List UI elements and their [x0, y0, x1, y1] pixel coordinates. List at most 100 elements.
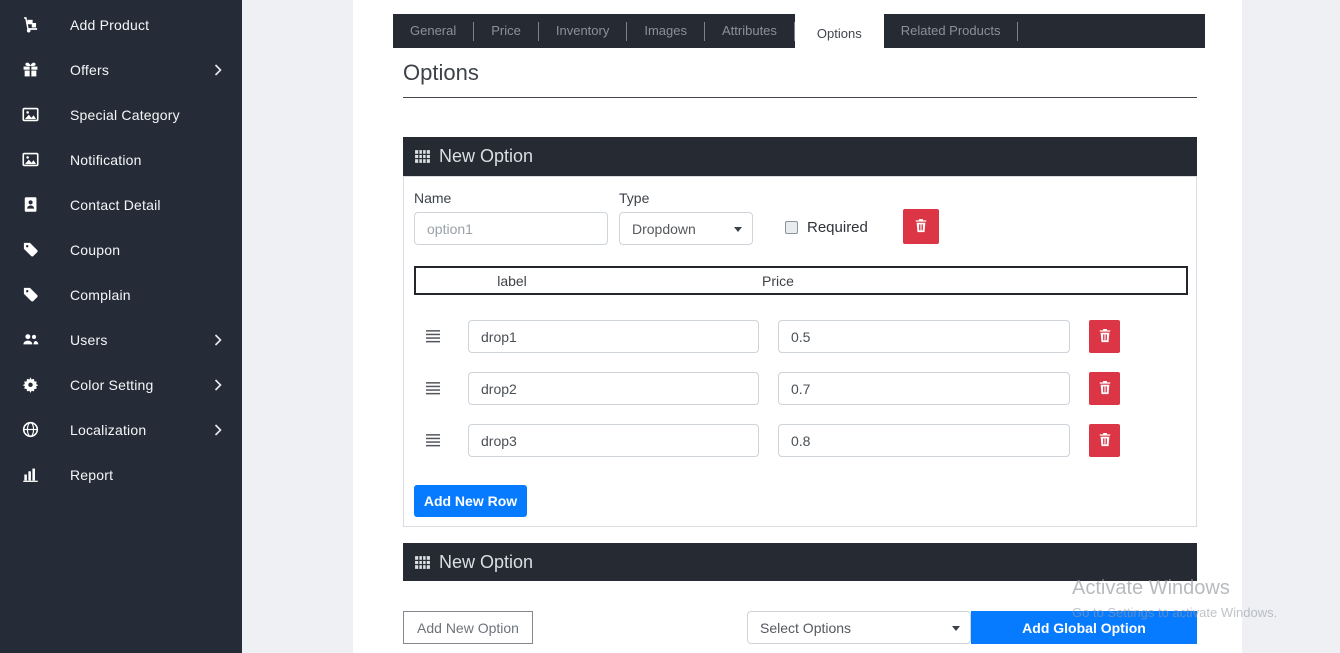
- caret-down-icon: [734, 227, 742, 232]
- option-value-row: [404, 424, 1196, 457]
- row-label-input[interactable]: [468, 424, 759, 457]
- sidebar-menu: Add Product Offers Special Category Noti…: [0, 0, 242, 497]
- panel-title: New Option: [439, 552, 533, 573]
- page-title: Options: [403, 60, 479, 86]
- sidebar-item-label: Notification: [70, 152, 142, 168]
- second-new-option-panel: New Option: [403, 543, 1197, 581]
- sidebar-item-label: Contact Detail: [70, 197, 161, 213]
- gift-icon: [22, 61, 39, 78]
- row-price-input[interactable]: [778, 424, 1070, 457]
- delete-row-button[interactable]: [1089, 372, 1120, 405]
- sidebar-item-label: Localization: [70, 422, 146, 438]
- required-group: Required: [785, 219, 868, 236]
- chevron-right-icon: [214, 424, 222, 436]
- trash-icon: [1098, 328, 1112, 346]
- chevron-right-icon: [214, 64, 222, 76]
- sidebar-item-notification[interactable]: Notification: [0, 137, 242, 182]
- sidebar-item-add-product[interactable]: Add Product: [0, 2, 242, 47]
- dolly-icon: [22, 16, 39, 33]
- tab-attributes[interactable]: Attributes: [705, 14, 794, 48]
- delete-option-button[interactable]: [903, 209, 939, 244]
- row-price-input[interactable]: [778, 372, 1070, 405]
- trash-icon: [1098, 380, 1112, 398]
- tag-icon: [22, 241, 39, 258]
- table-grid-icon: [414, 148, 431, 165]
- row-label-input[interactable]: [468, 372, 759, 405]
- title-divider: [403, 97, 1197, 98]
- sidebar-item-localization[interactable]: Localization: [0, 407, 242, 452]
- delete-row-button[interactable]: [1089, 424, 1120, 457]
- sidebar-item-label: Color Setting: [70, 377, 154, 393]
- tab-price[interactable]: Price: [474, 14, 538, 48]
- second-panel-header: New Option: [403, 543, 1197, 581]
- required-label: Required: [807, 219, 868, 236]
- sidebar: Add Product Offers Special Category Noti…: [0, 0, 242, 653]
- option-form-row: Name Type Dropdown Required: [414, 190, 939, 245]
- sidebar-item-complain[interactable]: Complain: [0, 272, 242, 317]
- users-icon: [22, 331, 39, 348]
- sidebar-item-coupon[interactable]: Coupon: [0, 227, 242, 272]
- trash-icon: [914, 218, 928, 236]
- name-field-group: Name: [414, 190, 608, 245]
- selected-global-option: Select Options: [760, 620, 851, 636]
- tab-options[interactable]: Options: [795, 14, 884, 57]
- tab-general[interactable]: General: [393, 14, 473, 48]
- name-label: Name: [414, 190, 608, 206]
- row-label-input[interactable]: [468, 320, 759, 353]
- sidebar-item-label: Users: [70, 332, 108, 348]
- tab-separator: [1017, 22, 1018, 41]
- bar-chart-icon: [22, 466, 39, 483]
- type-field-group: Type Dropdown: [619, 190, 753, 245]
- delete-row-button[interactable]: [1089, 320, 1120, 353]
- drag-handle-icon[interactable]: [425, 329, 441, 344]
- new-option-panel: New Option Name Type Dropdown: [403, 137, 1197, 527]
- option-value-row: [404, 372, 1196, 405]
- label-column-header: label: [416, 273, 608, 289]
- sidebar-item-label: Report: [70, 467, 113, 483]
- sidebar-item-label: Add Product: [70, 17, 149, 33]
- sidebar-item-color-setting[interactable]: Color Setting: [0, 362, 242, 407]
- required-checkbox[interactable]: [785, 221, 798, 234]
- add-global-option-button[interactable]: Add Global Option: [971, 611, 1197, 644]
- new-option-panel-header: New Option: [403, 137, 1197, 176]
- sidebar-item-offers[interactable]: Offers: [0, 47, 242, 92]
- option-value-row: [404, 320, 1196, 353]
- tab-related-products[interactable]: Related Products: [884, 14, 1018, 48]
- sidebar-item-special-category[interactable]: Special Category: [0, 92, 242, 137]
- add-new-row-button[interactable]: Add New Row: [414, 485, 527, 517]
- sidebar-item-label: Coupon: [70, 242, 120, 258]
- option-type-select[interactable]: Dropdown: [619, 212, 753, 245]
- sidebar-item-label: Special Category: [70, 107, 180, 123]
- caret-down-icon: [952, 626, 960, 631]
- sidebar-item-users[interactable]: Users: [0, 317, 242, 362]
- trash-icon: [1098, 432, 1112, 450]
- add-new-option-button[interactable]: Add New Option: [403, 611, 533, 644]
- sidebar-item-label: Offers: [70, 62, 109, 78]
- table-grid-icon: [414, 554, 431, 571]
- row-price-input[interactable]: [778, 320, 1070, 353]
- tab-inventory[interactable]: Inventory: [539, 14, 626, 48]
- sidebar-item-report[interactable]: Report: [0, 452, 242, 497]
- gear-icon: [22, 376, 39, 393]
- chevron-right-icon: [214, 379, 222, 391]
- sidebar-item-label: Complain: [70, 287, 131, 303]
- image-icon: [22, 151, 39, 168]
- drag-handle-icon[interactable]: [425, 433, 441, 448]
- panel-title: New Option: [439, 146, 533, 167]
- product-tab-bar: General Price Inventory Images Attribute…: [393, 14, 1205, 48]
- tag-icon: [22, 286, 39, 303]
- tab-images[interactable]: Images: [627, 14, 704, 48]
- address-book-icon: [22, 196, 39, 213]
- sidebar-item-contact-detail[interactable]: Contact Detail: [0, 182, 242, 227]
- main-content: General Price Inventory Images Attribute…: [353, 0, 1242, 653]
- option-table-header: label Price: [414, 266, 1188, 295]
- globe-icon: [22, 421, 39, 438]
- selected-type-value: Dropdown: [632, 221, 696, 237]
- new-option-panel-body: Name Type Dropdown Required: [403, 176, 1197, 527]
- type-label: Type: [619, 190, 753, 206]
- image-icon: [22, 106, 39, 123]
- option-name-input[interactable]: [414, 212, 608, 245]
- global-options-select[interactable]: Select Options: [747, 611, 971, 644]
- chevron-right-icon: [214, 334, 222, 346]
- drag-handle-icon[interactable]: [425, 381, 441, 396]
